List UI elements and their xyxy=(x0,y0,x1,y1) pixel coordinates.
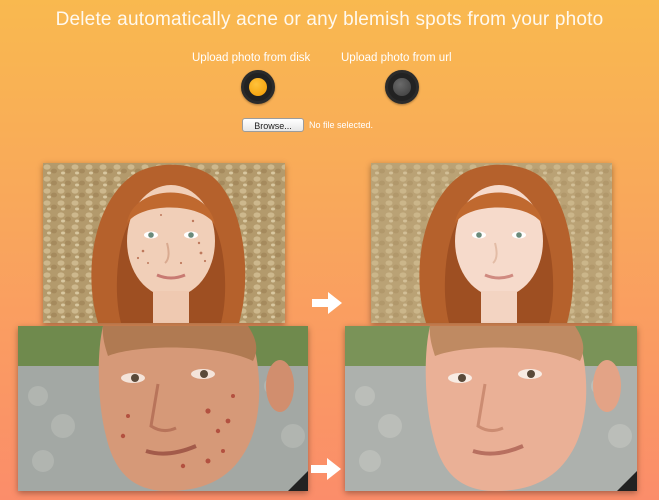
file-status-text: No file selected. xyxy=(309,120,374,130)
example-woman-after-image xyxy=(371,163,612,323)
upload-from-url-radio[interactable] xyxy=(385,70,419,104)
upload-from-disk-label: Upload photo from disk xyxy=(192,52,311,64)
arrow-right-icon xyxy=(312,292,342,314)
example-man-after-image xyxy=(345,326,637,491)
browse-button[interactable]: Browse... xyxy=(242,118,304,132)
page-title: Delete automatically acne or any blemish… xyxy=(55,9,604,30)
radio-selected-dot-icon xyxy=(249,78,267,96)
upload-from-url-label: Upload photo from url xyxy=(341,52,452,64)
example-woman-before-image xyxy=(43,163,285,323)
example-man-before-image xyxy=(18,326,308,491)
arrow-right-icon xyxy=(311,458,341,480)
radio-unselected-dot-icon xyxy=(393,78,411,96)
upload-from-disk-radio[interactable] xyxy=(241,70,275,104)
